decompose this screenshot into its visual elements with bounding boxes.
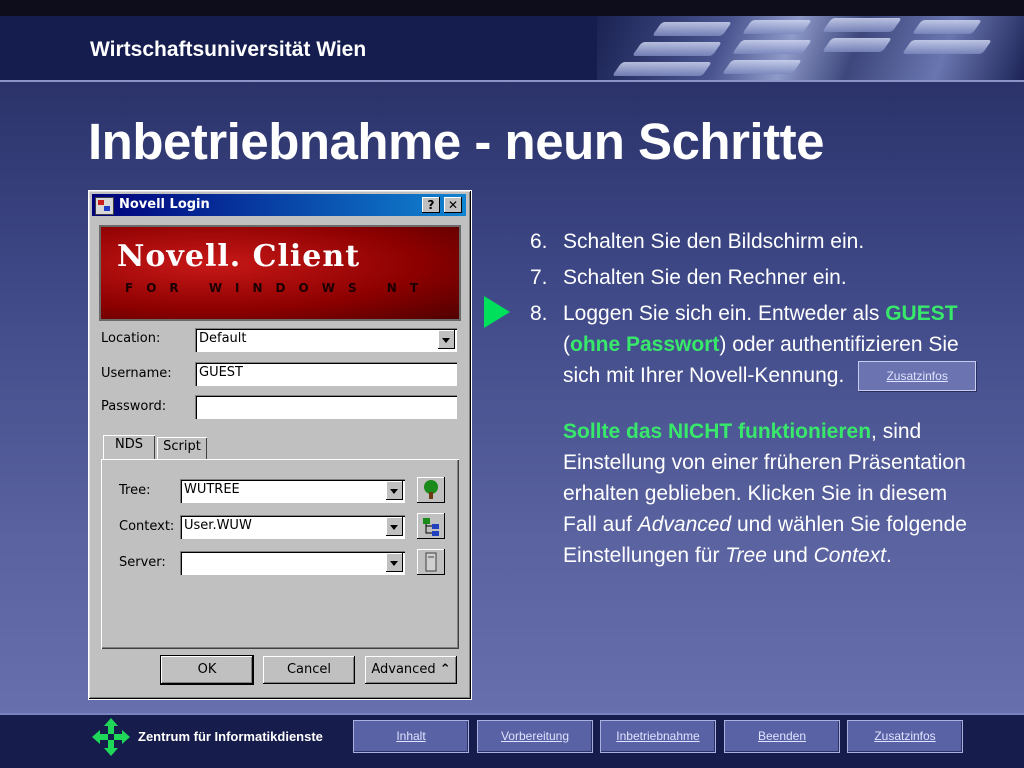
cancel-button[interactable]: Cancel	[263, 656, 355, 684]
tree-icon	[424, 480, 438, 499]
chevron-down-icon[interactable]	[386, 553, 403, 572]
novell-app-icon	[95, 197, 114, 215]
header-divider	[0, 80, 1024, 82]
footer-bar: Zentrum für Informatikdienste Inhalt Vor…	[0, 713, 1024, 768]
close-button[interactable]: ✕	[444, 197, 462, 213]
slide-title: Inbetriebnahme - neun Schritte	[88, 113, 824, 170]
zid-logo-icon	[92, 718, 130, 756]
help-button[interactable]: ?	[422, 197, 440, 213]
step-number: 7.	[530, 266, 548, 289]
dialog-title-bar[interactable]: Novell Login ? ✕	[92, 194, 466, 216]
server-icon	[425, 552, 437, 572]
nav-beenden[interactable]: Beenden	[724, 720, 840, 753]
nav-inhalt[interactable]: Inhalt	[353, 720, 469, 753]
banner-brand: Novell. Client	[117, 239, 361, 274]
context-tree-icon	[423, 518, 439, 536]
banner-subtitle: FOR WINDOWS NT	[125, 281, 432, 295]
context-label: Context:	[119, 519, 175, 534]
password-field[interactable]	[195, 395, 457, 419]
top-strip	[0, 0, 1024, 16]
note-warning: Sollte das NICHT funktionieren	[563, 420, 872, 444]
context-select[interactable]: User.WUW	[180, 515, 405, 539]
username-label: Username:	[101, 366, 172, 381]
location-value: Default	[199, 331, 247, 346]
password-label: Password:	[101, 399, 167, 414]
no-password-highlight: ohne Passwort	[570, 333, 720, 356]
note-end: .	[886, 544, 892, 568]
steps-list: 6. Schalten Sie den Bildschirm ein. 7. S…	[530, 226, 980, 571]
tab-script[interactable]: Script	[157, 437, 207, 459]
paren-open: (	[563, 333, 570, 356]
location-select[interactable]: Default	[195, 328, 457, 352]
server-label: Server:	[119, 555, 166, 570]
chevron-down-icon[interactable]	[386, 481, 403, 500]
footer-divider	[0, 713, 1024, 715]
tree-label: Tree:	[119, 483, 151, 498]
note-context: Context	[813, 544, 886, 568]
dialog-title: Novell Login	[119, 197, 210, 212]
note-tree: Tree	[725, 544, 767, 568]
step-text: Schalten Sie den Rechner ein.	[563, 266, 847, 289]
tree-value: WUTREE	[184, 482, 240, 497]
location-label: Location:	[101, 331, 161, 346]
step-text: Schalten Sie den Bildschirm ein.	[563, 230, 865, 253]
guest-highlight: GUEST	[885, 302, 958, 325]
tree-browse-button[interactable]	[417, 477, 445, 503]
fallback-note: Sollte das NICHT funktionieren, sind Ein…	[530, 416, 980, 571]
context-value: User.WUW	[184, 518, 252, 533]
username-value: GUEST	[199, 365, 243, 380]
tree-select[interactable]: WUTREE	[180, 479, 405, 503]
org-name: Zentrum für Informatikdienste	[138, 729, 323, 744]
novell-client-banner: Novell. Client FOR WINDOWS NT	[99, 225, 461, 321]
chevron-up-double-icon: ⌃	[439, 662, 451, 677]
zusatzinfos-inline-button[interactable]: Zusatzinfos	[858, 361, 977, 392]
tab-nds[interactable]: NDS	[103, 435, 155, 459]
step-number: 8.	[530, 302, 548, 325]
chevron-down-icon[interactable]	[438, 330, 455, 349]
step-6: 6. Schalten Sie den Bildschirm ein.	[530, 226, 980, 257]
step-7: 7. Schalten Sie den Rechner ein.	[530, 262, 980, 293]
nav-inbetriebnahme[interactable]: Inbetriebnahme	[600, 720, 716, 753]
note-advanced: Advanced	[637, 513, 732, 537]
header-bar: Wirtschaftsuniversität Wien	[0, 16, 1024, 80]
note-and: und	[766, 544, 814, 568]
keyboard-photo	[597, 16, 1024, 80]
university-name: Wirtschaftsuniversität Wien	[90, 38, 367, 61]
step-text-pre: Loggen Sie sich ein. Entweder als	[563, 302, 886, 325]
server-browse-button[interactable]	[417, 549, 445, 575]
step-number: 6.	[530, 230, 548, 253]
chevron-down-icon[interactable]	[386, 517, 403, 536]
nav-zusatzinfos[interactable]: Zusatzinfos	[847, 720, 963, 753]
ok-button[interactable]: OK	[160, 655, 254, 685]
advanced-button[interactable]: Advanced ⌃	[365, 656, 457, 684]
nav-vorbereitung[interactable]: Vorbereitung	[477, 720, 593, 753]
novell-login-dialog: Novell Login ? ✕ Novell. Client FOR WIND…	[88, 190, 472, 700]
context-browse-button[interactable]	[417, 513, 445, 539]
username-field[interactable]: GUEST	[195, 362, 457, 386]
server-select[interactable]	[180, 551, 405, 575]
step-8: 8. Loggen Sie sich ein. Entweder als GUE…	[530, 298, 980, 392]
current-step-arrow-icon	[484, 296, 510, 328]
advanced-label: Advanced	[371, 662, 436, 677]
